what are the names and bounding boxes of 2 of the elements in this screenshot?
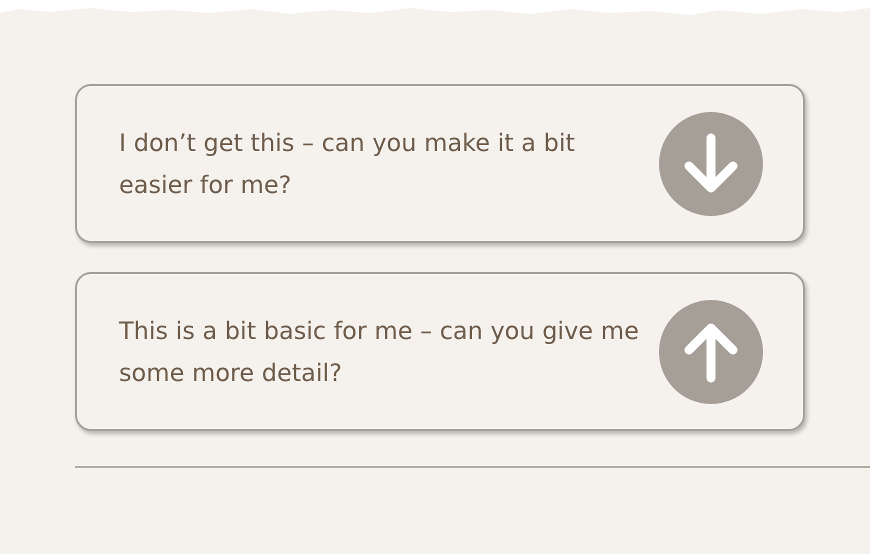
- option-button[interactable]: This is a bit basic for me – can you give me some more detail?: [75, 272, 805, 431]
- option-button[interactable]: I don’t get this – can you make it a bit easier for me?: [75, 84, 805, 243]
